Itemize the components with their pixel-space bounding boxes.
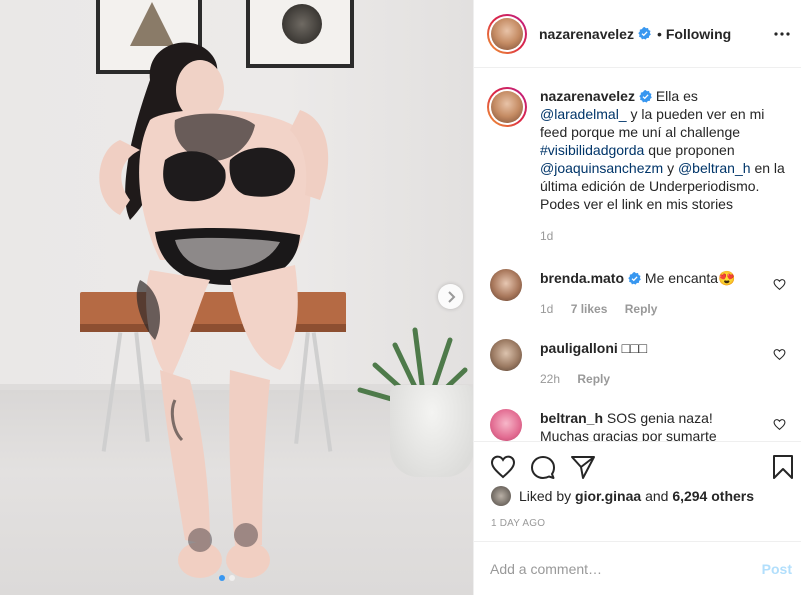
verified-badge-icon <box>628 272 641 285</box>
caption-text: que proponen <box>648 142 735 158</box>
comment-text: Me encanta😍 <box>644 270 736 286</box>
post-caption: nazarenavelez Ella es @laradelmal_ y la … <box>487 87 787 245</box>
likes-prefix: Liked by <box>519 488 572 504</box>
caption-time[interactable]: 1d <box>540 229 553 243</box>
share-icon[interactable] <box>570 454 596 480</box>
comment-item: brenda.mato Me encanta😍 1d 7 likes Reply <box>490 269 790 318</box>
post-header: nazarenavelez • Following <box>474 0 801 68</box>
add-comment-bar: Post <box>474 541 801 595</box>
header-separator: • <box>656 25 662 42</box>
verified-badge-icon <box>638 27 651 40</box>
verified-badge-icon <box>639 90 652 103</box>
comment-time[interactable]: 22h <box>540 372 560 386</box>
comment-avatar[interactable] <box>490 339 522 371</box>
carousel-dot <box>229 575 235 581</box>
caption-text: y <box>667 160 675 176</box>
comment-time[interactable]: 1d <box>540 302 553 316</box>
post-side-panel: nazarenavelez • Following nazarenavelez … <box>473 0 801 595</box>
comment-author[interactable]: beltran_h <box>540 410 603 426</box>
carousel-dot-active <box>219 575 225 581</box>
following-button[interactable]: Following <box>666 26 731 42</box>
caption-author[interactable]: nazarenavelez <box>540 88 635 104</box>
comment-reply-button[interactable]: Reply <box>625 302 658 316</box>
heart-icon[interactable] <box>490 454 516 480</box>
comment-author[interactable]: brenda.mato <box>540 270 624 286</box>
heart-icon[interactable] <box>773 278 786 291</box>
likes-and: and <box>645 488 669 504</box>
post-photo[interactable] <box>0 0 473 595</box>
carousel-dots <box>219 575 235 581</box>
post-comment-button[interactable]: Post <box>762 561 792 577</box>
author-avatar[interactable] <box>487 13 527 54</box>
comment-input[interactable] <box>490 560 762 577</box>
comment-reply-button[interactable]: Reply <box>577 372 610 386</box>
comment-text: SOS genia naza! <box>606 410 713 426</box>
comment-likes[interactable]: 7 likes <box>571 302 608 316</box>
caption-mention[interactable]: @beltran_h <box>678 160 751 176</box>
person-figure <box>99 42 329 578</box>
comment-text-continued: Muchas gracias por sumarte <box>540 428 717 441</box>
bookmark-icon[interactable] <box>770 454 796 480</box>
likes-summary: Liked by gior.ginaa and 6,294 others <box>491 486 754 506</box>
comment-author[interactable]: pauligalloni <box>540 340 618 356</box>
liker-avatar[interactable] <box>491 486 511 506</box>
comment-text: □□□ <box>621 340 648 356</box>
caption-mention[interactable]: @joaquinsanchezm <box>540 160 663 176</box>
caption-mention[interactable]: @laradelmal_ <box>540 106 627 122</box>
comment-icon[interactable] <box>530 454 556 480</box>
liker-username[interactable]: gior.ginaa <box>575 488 641 504</box>
author-username[interactable]: nazarenavelez <box>539 26 634 42</box>
likes-others-link[interactable]: 6,294 others <box>672 488 754 504</box>
comments-list[interactable]: nazarenavelez Ella es @laradelmal_ y la … <box>474 69 801 441</box>
comment-avatar[interactable] <box>490 409 522 441</box>
heart-icon[interactable] <box>773 418 786 431</box>
post-timestamp[interactable]: 1 DAY AGO <box>491 518 545 529</box>
comment-item: beltran_h SOS genia naza! Muchas gracias… <box>490 409 790 441</box>
caption-author-avatar[interactable] <box>487 87 527 127</box>
caption-hashtag[interactable]: #visibilidadgorda <box>540 142 644 158</box>
caption-text: Ella es <box>655 88 698 104</box>
chevron-right-icon <box>447 290 455 303</box>
more-options-icon[interactable] <box>772 24 792 44</box>
comment-item: pauligalloni □□□ 22h Reply <box>490 339 790 388</box>
comment-avatar[interactable] <box>490 269 522 301</box>
heart-icon[interactable] <box>773 348 786 361</box>
carousel-next-button[interactable] <box>438 284 463 309</box>
